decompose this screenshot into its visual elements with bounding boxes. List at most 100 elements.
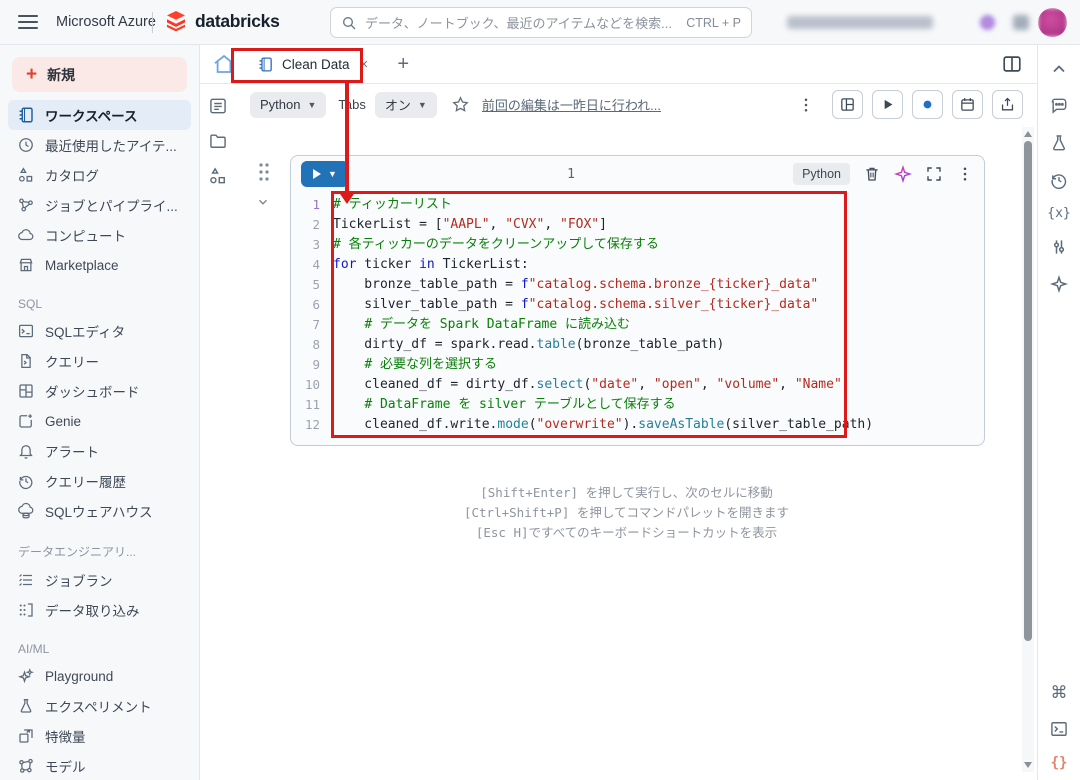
schedule-button[interactable]	[952, 90, 983, 119]
sidebar-item-alerts[interactable]: アラート	[8, 436, 191, 466]
tab-close-icon[interactable]: ×	[358, 56, 371, 73]
share-button[interactable]	[992, 90, 1023, 119]
sidebar-item-compute[interactable]: コンピュート	[8, 220, 191, 250]
cell-actions: Python	[793, 163, 974, 185]
brand-wordmark: databricks	[195, 11, 280, 32]
workspace-name-redacted[interactable]	[787, 16, 933, 29]
notebook-content: Python▼ Tabs オン▼ 前回の編集は一昨日に行われ...	[236, 84, 1037, 780]
tabs-toggle-dropdown[interactable]: オン▼	[375, 92, 437, 118]
web-terminal-braces-icon[interactable]: {}	[1051, 756, 1068, 770]
topbar-icon-redacted-1[interactable]	[980, 15, 995, 30]
expand-fullscreen-icon[interactable]	[925, 165, 943, 183]
code-editor[interactable]: 1# ティッカーリスト2TickerList = ["AAPL", "CVX",…	[291, 192, 984, 445]
sidebar-item-marketplace[interactable]: Marketplace	[8, 250, 191, 280]
home-icon[interactable]	[212, 52, 236, 76]
tab-clean-data[interactable]: Clean Data ×	[244, 45, 383, 84]
code-line-3[interactable]: 3# 各ティッカーのデータをクリーンアップして保存する	[291, 235, 984, 255]
settings-sliders-icon[interactable]	[1049, 237, 1069, 257]
favorite-star-icon[interactable]	[451, 95, 470, 114]
code-line-2[interactable]: 2TickerList = ["AAPL", "CVX", "FOX"]	[291, 215, 984, 235]
code-text: cleaned_df.write.mode("overwrite").saveA…	[333, 415, 873, 435]
hamburger-menu-icon[interactable]	[18, 13, 38, 31]
code-line-10[interactable]: 10 cleaned_df = dirty_df.select("date", …	[291, 375, 984, 395]
run-cell-button[interactable]: ▼	[301, 161, 349, 187]
run-dropdown-chevron-icon[interactable]: ▼	[328, 169, 337, 179]
toolbar-kebab-icon[interactable]	[797, 96, 815, 114]
assistant-rail-icon[interactable]	[1049, 274, 1069, 294]
sidebar-item-queries[interactable]: クエリー	[8, 346, 191, 376]
experiments-rail-icon[interactable]	[1049, 133, 1069, 153]
sidebar-item-dashboards[interactable]: ダッシュボード	[8, 376, 191, 406]
features-icon	[17, 727, 35, 745]
scrollbar-down-arrow[interactable]	[1022, 759, 1034, 771]
sidebar-item-sql-warehouse[interactable]: SQLウェアハウス	[8, 496, 191, 526]
topbar-icon-redacted-2[interactable]	[1013, 15, 1029, 30]
collapse-panel-chevron-icon[interactable]	[1049, 59, 1069, 79]
code-line-7[interactable]: 7 # データを Spark DataFrame に読み込む	[291, 315, 984, 335]
code-line-5[interactable]: 5 bronze_table_path = f"catalog.schema.b…	[291, 275, 984, 295]
code-line-6[interactable]: 6 silver_table_path = f"catalog.schema.s…	[291, 295, 984, 315]
scrollbar[interactable]	[1022, 127, 1034, 772]
sidebar-item-catalog[interactable]: カタログ	[8, 160, 191, 190]
code-text: # 必要な列を選択する	[333, 355, 497, 375]
folder-icon[interactable]	[208, 131, 228, 151]
playground-icon	[17, 667, 35, 685]
new-tab-icon[interactable]: +	[397, 54, 409, 74]
compute-icon	[17, 226, 35, 244]
sidebar-item-job-runs[interactable]: ジョブラン	[8, 565, 191, 595]
line-number: 2	[291, 215, 333, 235]
sidebar-item-models[interactable]: モデル	[8, 751, 191, 780]
sidebar-item-label: Marketplace	[45, 258, 119, 273]
code-text: # 各ティッカーのデータをクリーンアップして保存する	[333, 235, 659, 255]
run-all-button[interactable]	[872, 90, 903, 119]
line-number: 5	[291, 275, 333, 295]
layout-button[interactable]	[832, 90, 863, 119]
sidebar-item-data-ingestion[interactable]: データ取り込み	[8, 595, 191, 625]
sidebar-item-playground[interactable]: Playground	[8, 661, 191, 691]
code-line-11[interactable]: 11 # DataFrame を silver テーブルとして保存する	[291, 395, 984, 415]
scrollbar-thumb[interactable]	[1024, 141, 1032, 641]
cell-drag-handle-icon[interactable]	[256, 161, 272, 183]
line-number: 7	[291, 315, 333, 335]
version-history-icon[interactable]	[1049, 170, 1069, 190]
terminal-icon[interactable]	[1049, 719, 1069, 739]
code-line-8[interactable]: 8 dirty_df = spark.read.table(bronze_tab…	[291, 335, 984, 355]
data-ingestion-icon	[17, 601, 35, 619]
sidebar-item-sql-editor[interactable]: SQLエディタ	[8, 316, 191, 346]
table-of-contents-icon[interactable]	[208, 96, 228, 116]
cell-collapse-chevron-icon[interactable]	[256, 195, 270, 209]
catalog-schema-icon[interactable]	[208, 166, 228, 186]
catalog-icon	[17, 166, 35, 184]
shortcuts-command-icon[interactable]: ⌘	[1051, 685, 1068, 702]
variables-icon[interactable]: {x}	[1047, 207, 1070, 220]
line-number: 11	[291, 395, 333, 415]
scrollbar-up-arrow[interactable]	[1022, 128, 1034, 140]
user-avatar[interactable]	[1038, 8, 1067, 37]
notebook-toolbar: Python▼ Tabs オン▼ 前回の編集は一昨日に行われ...	[236, 84, 1037, 125]
interrupt-button[interactable]	[912, 90, 943, 119]
trash-icon[interactable]	[863, 165, 881, 183]
code-line-12[interactable]: 12 cleaned_df.write.mode("overwrite").sa…	[291, 415, 984, 435]
global-search-input[interactable]: データ、ノートブック、最近のアイテムなどを検索... CTRL + P	[330, 7, 752, 38]
cell-kebab-icon[interactable]	[956, 165, 974, 183]
new-button[interactable]: + 新規	[12, 57, 187, 92]
code-line-1[interactable]: 1# ティッカーリスト	[291, 195, 984, 215]
databricks-brand[interactable]: databricks	[164, 9, 280, 33]
assistant-sparkle-icon[interactable]	[894, 165, 912, 183]
cell-language-badge[interactable]: Python	[793, 163, 850, 185]
sidebar-item-query-history[interactable]: クエリー履歴	[8, 466, 191, 496]
last-edit-link[interactable]: 前回の編集は一昨日に行われ...	[482, 95, 661, 114]
sidebar-item-features[interactable]: 特徴量	[8, 721, 191, 751]
sidebar-item-experiments[interactable]: エクスペリメント	[8, 691, 191, 721]
sidebar-item-genie[interactable]: Genie	[8, 406, 191, 436]
keyboard-hints: [Shift+Enter] を押して実行し、次のセルに移動[Ctrl+Shift…	[236, 483, 1017, 543]
sidebar-item-label: Genie	[45, 414, 81, 429]
sidebar-item-workspace[interactable]: ワークスペース	[8, 100, 191, 130]
sidebar-item-recents[interactable]: 最近使用したアイテ...	[8, 130, 191, 160]
comments-icon[interactable]	[1049, 96, 1069, 116]
code-line-9[interactable]: 9 # 必要な列を選択する	[291, 355, 984, 375]
split-view-icon[interactable]	[1001, 53, 1023, 75]
language-dropdown[interactable]: Python▼	[250, 92, 326, 118]
code-line-4[interactable]: 4for ticker in TickerList:	[291, 255, 984, 275]
sidebar-item-jobs[interactable]: ジョブとパイプライ...	[8, 190, 191, 220]
